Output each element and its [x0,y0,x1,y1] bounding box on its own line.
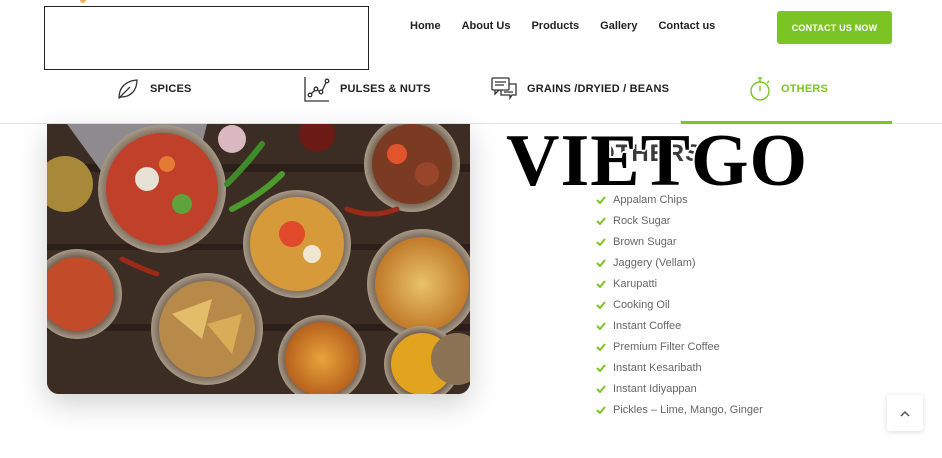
tab-label: GRAINS /DRYIED / BEANS [527,83,670,95]
tab-label: OTHERS [781,83,829,95]
nav-about-us[interactable]: About Us [462,20,511,32]
chevron-up-icon [900,404,910,422]
list-item-label: Cooking Oil [613,298,670,311]
others-list: Appalam Chips Rock Sugar Brown Sugar Jag… [596,189,763,420]
main-nav: Home About Us Products Gallery Contact u… [410,20,736,32]
nav-products[interactable]: Products [531,20,579,32]
tab-label: PULSES & NUTS [340,83,431,95]
list-item-label: Premium Filter Coffee [613,340,720,353]
list-item: Jaggery (Vellam) [596,252,763,273]
list-item: Premium Filter Coffee [596,336,763,357]
check-icon [596,279,613,288]
list-item-label: Instant Kesaribath [613,361,702,374]
vietgo-watermark: VIETGO [506,120,809,202]
check-icon [596,237,613,246]
list-item-label: Karupatti [613,277,658,290]
check-icon [596,300,613,309]
list-item: Rock Sugar [596,210,763,231]
list-item: Karupatti [596,273,763,294]
list-item-label: Jaggery (Vellam) [613,256,696,269]
check-icon [596,195,613,204]
list-item: Instant Coffee [596,315,763,336]
check-icon [596,384,613,393]
list-item-label: Rock Sugar [613,214,671,227]
tab-grains-beans[interactable]: GRAINS /DRYIED / BEANS [490,54,669,124]
check-icon [596,321,613,330]
list-item-label: Brown Sugar [613,235,677,248]
list-item: Brown Sugar [596,231,763,252]
check-icon [596,405,613,414]
nav-home[interactable]: Home [410,20,441,32]
list-item-label: Instant Idiyappan [613,382,697,395]
list-item: Pickles – Lime, Mango, Ginger [596,399,763,420]
check-icon [596,342,613,351]
check-icon [596,216,613,225]
scroll-to-top-button[interactable] [887,395,923,431]
logo-placeholder[interactable] [44,6,369,70]
food-image [47,124,470,394]
stopwatch-icon [748,75,772,103]
list-item-label: Pickles – Lime, Mango, Ginger [613,403,763,416]
nav-contact-us[interactable]: Contact us [658,20,715,32]
check-icon [596,258,613,267]
nav-gallery[interactable]: Gallery [600,20,637,32]
list-item: Instant Kesaribath [596,357,763,378]
tab-others[interactable]: OTHERS [748,54,828,124]
list-item: Instant Idiyappan [596,378,763,399]
tab-label: SPICES [150,83,192,95]
list-item: Appalam Chips [596,189,763,210]
list-item-label: Appalam Chips [613,193,688,206]
chat-bubbles-icon [490,75,518,103]
contact-us-button[interactable]: CONTACT US NOW [777,11,892,44]
list-item-label: Instant Coffee [613,319,682,332]
list-item: Cooking Oil [596,294,763,315]
check-icon [596,363,613,372]
leaf-icon [115,76,141,102]
line-chart-icon [303,75,331,103]
